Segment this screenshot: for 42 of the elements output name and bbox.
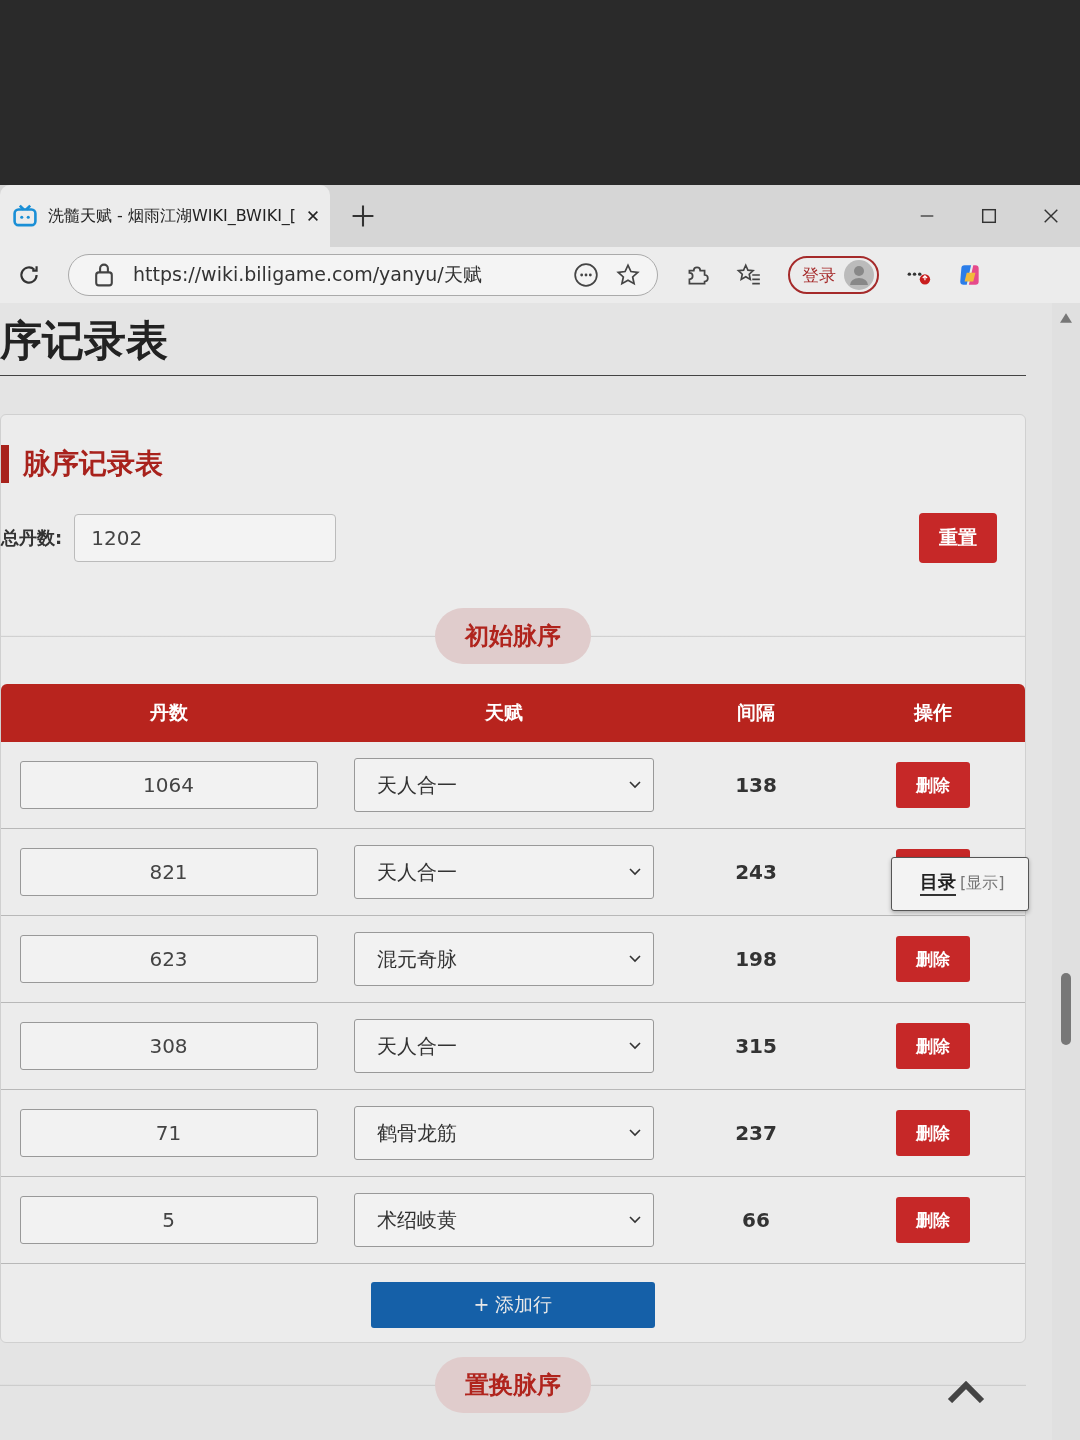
input-field[interactable]: 1202	[74, 514, 337, 562]
toc-toggle-link[interactable]: [显示]	[960, 872, 1005, 894]
dropdown[interactable]: 天人合一	[353, 758, 654, 812]
delete-button[interactable]: 删除	[896, 1110, 970, 1156]
dropdown[interactable]: 天人合一	[353, 845, 654, 899]
table-cell: 315	[735, 1034, 777, 1058]
dropdown[interactable]: 混元奇脉	[353, 932, 654, 986]
delete-button[interactable]: 删除	[896, 936, 970, 982]
input-field[interactable]: 1064	[19, 761, 318, 809]
section-title: 初始脉序	[435, 608, 591, 664]
reset-button[interactable]: 重置	[919, 513, 997, 563]
delete-button[interactable]: 删除	[896, 762, 970, 808]
delete-button[interactable]: 删除	[896, 1197, 970, 1243]
dropdown[interactable]: 鹤骨龙筋	[353, 1106, 654, 1160]
total-label: 总丹数:	[1, 526, 63, 550]
input-field[interactable]: 821	[19, 848, 318, 896]
delete-button[interactable]: 删除	[896, 1023, 970, 1069]
input-field[interactable]: 308	[19, 1022, 318, 1070]
table-cell: 237	[735, 1121, 777, 1145]
section-title: 置换脉序	[435, 1357, 591, 1413]
column-header: 操作	[912, 700, 953, 725]
input-field[interactable]: 71	[19, 1109, 318, 1157]
column-header: 间隔	[736, 700, 776, 725]
address-bar[interactable]: https://wiki.biligame.com/yanyu/天赋	[68, 254, 658, 296]
dropdown[interactable]: 术绍岐黄	[353, 1193, 654, 1247]
page-heading: 序记录表	[0, 303, 1026, 376]
toc-label: 目录	[920, 870, 956, 896]
url-text: https://wiki.biligame.com/yanyu/天赋	[133, 262, 483, 287]
card-title: 脉序记录表	[1, 445, 1025, 483]
table-cell: 66	[742, 1208, 770, 1232]
input-field[interactable]: 5	[19, 1196, 318, 1244]
add-row-button[interactable]: + 添加行	[371, 1282, 655, 1328]
tab-title: 洗髓天赋 - 烟雨江湖WIKI_BWIKI_[	[48, 205, 297, 227]
column-header: 丹数	[148, 700, 189, 725]
input-field[interactable]: 623	[19, 935, 318, 983]
login-button[interactable]: 登录	[788, 256, 879, 294]
dropdown[interactable]: 天人合一	[353, 1019, 654, 1073]
column-header: 天赋	[483, 700, 524, 725]
table-cell: 198	[735, 947, 777, 971]
table-cell: 138	[735, 773, 777, 797]
browser-tab[interactable]: 洗髓天赋 - 烟雨江湖WIKI_BWIKI_[	[0, 185, 330, 247]
table-cell: 243	[735, 860, 777, 884]
